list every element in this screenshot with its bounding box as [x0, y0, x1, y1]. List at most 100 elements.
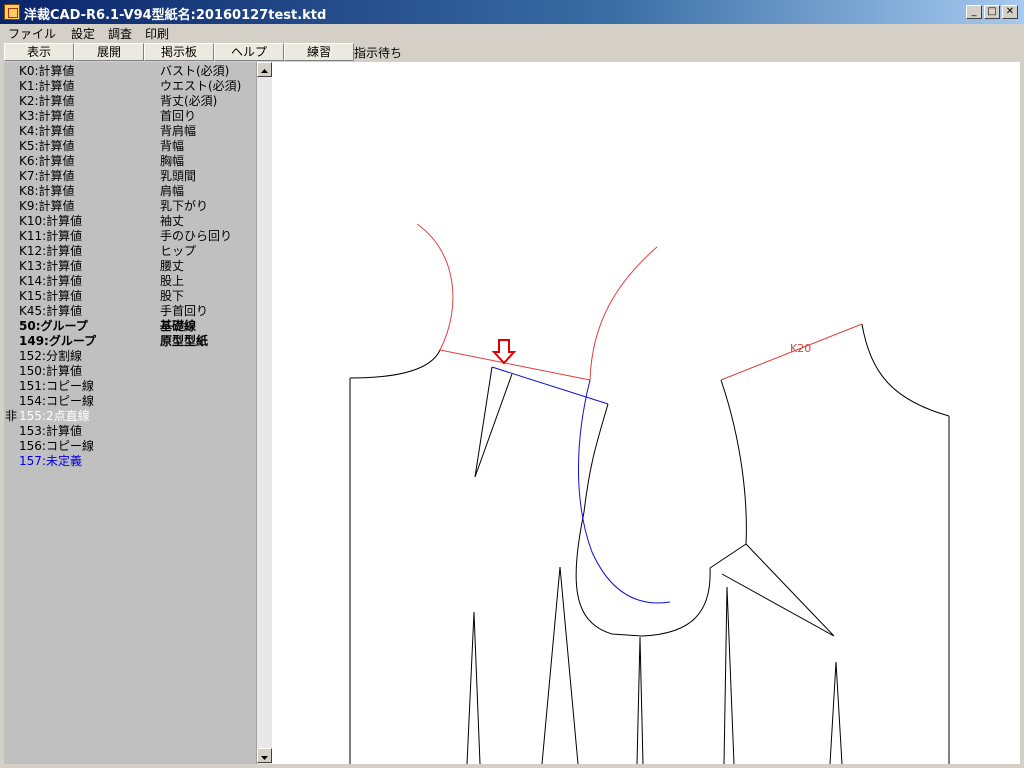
- list-item[interactable]: K7:計算値 乳頭間: [4, 169, 256, 184]
- list-item[interactable]: K6:計算値 胸幅: [4, 154, 256, 169]
- list-item-code: 152:分割線: [19, 349, 82, 363]
- list-item-label: 腰丈: [160, 259, 185, 273]
- close-button[interactable]: ✕: [1002, 5, 1018, 19]
- list-item[interactable]: K1:計算値 ウエスト(必須): [4, 79, 256, 94]
- status-text: 指示待ち: [354, 46, 403, 60]
- list-item-code: 153:計算値: [19, 424, 82, 438]
- down-arrow-icon[interactable]: [491, 339, 517, 365]
- list-item-code: K15:計算値: [19, 289, 83, 303]
- list-item[interactable]: 150:計算値: [4, 364, 256, 379]
- red-construction-curve-right: [589, 246, 658, 381]
- list-item-code: 157:未定義: [19, 454, 82, 468]
- list-item-code: K8:計算値: [19, 184, 75, 198]
- list-item[interactable]: K13:計算値 腰丈: [4, 259, 256, 274]
- list-item[interactable]: K3:計算値 首回り: [4, 109, 256, 124]
- list-item[interactable]: 152:分割線: [4, 349, 256, 364]
- list-item-code: 150:計算値: [19, 364, 82, 378]
- back-armhole-curve: [583, 403, 609, 513]
- red-shoulder-line: [439, 349, 591, 381]
- arrow-down-icon: [261, 756, 268, 760]
- waist-dart-1: [466, 611, 481, 764]
- scroll-down-button[interactable]: [257, 748, 272, 763]
- list-item-label: ウエスト(必須): [160, 79, 242, 93]
- menu-investigate[interactable]: 調査: [108, 25, 132, 42]
- list-item[interactable]: K10:計算値 袖丈: [4, 214, 256, 229]
- blue-armhole-curve: [578, 379, 671, 604]
- red-construction-curve-left: [416, 223, 454, 351]
- list-item-code: K4:計算値: [19, 124, 75, 138]
- list-item-label: 肩幅: [160, 184, 185, 198]
- list-item-label: 股下: [160, 289, 185, 303]
- list-item-code: K3:計算値: [19, 109, 75, 123]
- waist-dart-2: [541, 566, 579, 764]
- list-item-code: K9:計算値: [19, 199, 75, 213]
- list-item-code: K6:計算値: [19, 154, 75, 168]
- list-item-code: 155:2点直線: [19, 409, 90, 423]
- list-item-label: 背肩幅: [160, 124, 197, 138]
- list-item-code: K11:計算値: [19, 229, 83, 243]
- list-item[interactable]: 156:コピー線: [4, 439, 256, 454]
- list-item-code: K1:計算値: [19, 79, 75, 93]
- list-item-label: 首回り: [160, 109, 197, 123]
- list-item-code: K7:計算値: [19, 169, 75, 183]
- list-item[interactable]: 50:グループ 基礎線: [4, 319, 256, 334]
- list-item-code: 156:コピー線: [19, 439, 94, 453]
- menu-bar: ファイル 設定 調査 印刷: [0, 24, 1024, 42]
- list-item-code: 154:コピー線: [19, 394, 94, 408]
- list-item-code: 151:コピー線: [19, 379, 94, 393]
- title-bar: 洋裁CAD-R6.1-V94型紙名:20160127test.ktd _ □ ✕: [0, 0, 1024, 24]
- list-item[interactable]: 154:コピー線: [4, 394, 256, 409]
- practice-button[interactable]: 練習: [284, 43, 354, 61]
- list-item-label: 基礎線: [160, 319, 197, 333]
- waist-dart-3: [636, 636, 644, 764]
- menu-settings[interactable]: 設定: [71, 25, 95, 42]
- list-item-label: 原型型紙: [160, 334, 209, 348]
- menu-file[interactable]: ファイル: [8, 25, 56, 42]
- maximize-button[interactable]: □: [984, 5, 1000, 19]
- list-item[interactable]: K4:計算値 背肩幅: [4, 124, 256, 139]
- expand-button[interactable]: 展開: [74, 43, 144, 61]
- list-item[interactable]: K45:計算値 手首回り: [4, 304, 256, 319]
- list-item[interactable]: 151:コピー線: [4, 379, 256, 394]
- list-item-flag: 非: [5, 409, 18, 423]
- list-item[interactable]: K14:計算値 股上: [4, 274, 256, 289]
- list-item[interactable]: 非 155:2点直線: [4, 409, 256, 424]
- front-armhole-curve: [641, 567, 711, 637]
- list-item[interactable]: K2:計算値 背丈(必須): [4, 94, 256, 109]
- list-item-code: K12:計算値: [19, 244, 83, 258]
- list-item-label: 手のひら回り: [160, 229, 233, 243]
- list-item-code: K2:計算値: [19, 94, 75, 108]
- list-item[interactable]: K11:計算値 手のひら回り: [4, 229, 256, 244]
- back-neckline-curve: [349, 349, 441, 379]
- list-item-label: ヒップ: [160, 244, 197, 258]
- list-scrollbar[interactable]: [256, 62, 272, 764]
- drawing-canvas[interactable]: K20: [272, 62, 1020, 764]
- list-item[interactable]: K9:計算値 乳下がり: [4, 199, 256, 214]
- list-item-code: 50:グループ: [19, 319, 88, 333]
- app-icon[interactable]: [4, 4, 20, 20]
- list-item[interactable]: 149:グループ 原型型紙: [4, 334, 256, 349]
- list-item[interactable]: K0:計算値 バスト(必須): [4, 64, 256, 79]
- help-button[interactable]: ヘルプ: [214, 43, 284, 61]
- front-shoulder: [720, 379, 747, 545]
- side-seam-left: [575, 511, 643, 637]
- list-item[interactable]: K8:計算値 肩幅: [4, 184, 256, 199]
- list-item-code: K13:計算値: [19, 259, 83, 273]
- scroll-up-button[interactable]: [257, 62, 272, 77]
- bulletin-board-button[interactable]: 掲示板: [144, 43, 214, 61]
- list-item-code: K10:計算値: [19, 214, 83, 228]
- list-item-code: K14:計算値: [19, 274, 83, 288]
- list-item-label: 股上: [160, 274, 185, 288]
- list-item[interactable]: K5:計算値 背幅: [4, 139, 256, 154]
- toolbar: 表示 展開 掲示板 ヘルプ 練習 指示待ち: [0, 42, 1024, 62]
- list-item-label: 胸幅: [160, 154, 185, 168]
- menu-print[interactable]: 印刷: [145, 25, 169, 42]
- list-item[interactable]: K15:計算値 股下: [4, 289, 256, 304]
- minimize-button[interactable]: _: [966, 5, 982, 19]
- list-item[interactable]: 153:計算値: [4, 424, 256, 439]
- list-item-label: 乳下がり: [160, 199, 209, 213]
- list-item[interactable]: K12:計算値 ヒップ: [4, 244, 256, 259]
- list-item-code: K45:計算値: [19, 304, 83, 318]
- list-item[interactable]: 157:未定義: [4, 454, 256, 469]
- display-button[interactable]: 表示: [4, 43, 74, 61]
